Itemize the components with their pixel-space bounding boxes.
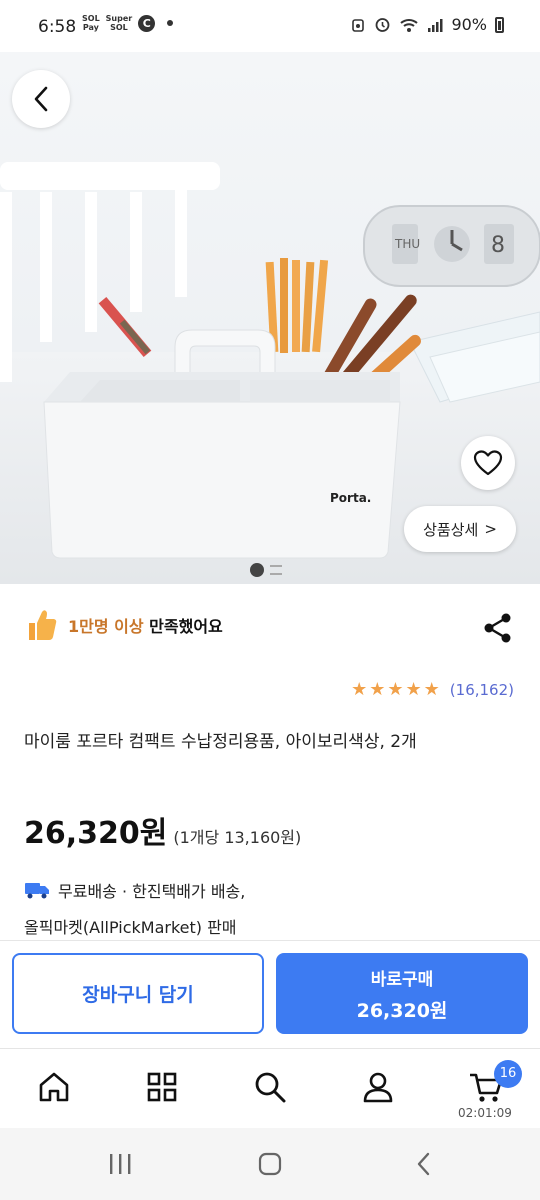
unit-price: (1개당 13,160원) [173,828,302,847]
user-icon [363,1072,393,1103]
nav-search[interactable] [250,1067,290,1107]
share-button[interactable] [480,610,516,646]
battery-icon [495,16,504,33]
home-icon [39,1072,69,1102]
alarm-icon [352,18,365,32]
heart-icon [473,450,503,476]
share-icon [484,613,511,643]
recent-apps-icon [110,1154,131,1174]
brush-illustration [98,296,152,358]
status-bar: 6:58 SOL Pay Super SOL C 90% [0,0,540,52]
wifi-icon [400,18,419,32]
divider [0,940,540,941]
nav-categories[interactable] [142,1067,182,1107]
shipping-text: 무료배송 · 한진택배가 배송, [58,882,246,901]
seller-info: 올픽마켓(AllPickMarket) 판매 [24,918,237,937]
thumbs-up-icon [29,610,57,640]
add-to-cart-button[interactable]: 장바구니 담기 [12,953,264,1034]
notification-dot-icon [167,20,174,26]
buy-now-price: 26,320원 [356,999,448,1022]
home-square-icon [258,1152,282,1176]
super-sol-icon: Super SOL [105,14,133,32]
star-icon: ★ [387,679,404,700]
rating-row[interactable]: ★ ★ ★ ★ ★ (16,162) [351,680,514,700]
search-icon [255,1072,286,1103]
cart-count-badge: 16 [494,1060,522,1088]
chevron-left-icon [34,86,48,112]
nav-my-account[interactable] [358,1067,398,1107]
satisfaction-banner: 1만명 이상 만족했어요 [26,608,223,642]
nav-home[interactable] [34,1067,74,1107]
shipping-info: 무료배송 · 한진택배가 배송, [24,878,245,902]
clock-alarm-icon [376,18,390,32]
star-icon: ★ [423,679,440,700]
chevron-right-icon: > [484,520,497,538]
product-price: 26,320원 [24,816,168,851]
signal-icon [428,18,443,32]
grid-icon [147,1072,177,1102]
delivery-truck-icon [25,883,49,899]
product-title: 마이룸 포르타 컴팩트 수납정리용품, 아이보리색상, 2개 [24,732,417,752]
back-button[interactable] [12,70,70,128]
buy-now-label: 바로구매 [370,969,434,990]
price-row: 26,320원 (1개당 13,160원) [24,808,301,852]
add-to-cart-label: 장바구니 담기 [82,984,194,1006]
status-left-icons: SOL Pay Super SOL C [82,14,174,32]
organizer-box-illustration: Porta. [43,258,421,559]
wishlist-button[interactable] [461,436,515,490]
recent-apps-button[interactable] [100,1148,140,1180]
back-chevron-icon [417,1152,430,1176]
satisfaction-text: 만족했어요 [143,617,223,636]
buy-now-button[interactable]: 바로구매 26,320원 [276,953,528,1034]
status-right-icons: 90% [350,15,504,34]
c-app-icon: C [138,14,156,32]
carousel-indicator [250,563,282,577]
clock-number-text: 8 [491,233,505,258]
carousel-dot-inactive [270,565,282,575]
rating-count[interactable]: (16,162) [450,681,514,699]
brand-label: Porta. [330,491,371,505]
star-icon: ★ [369,679,386,700]
system-navigation-bar [0,1128,540,1200]
home-system-button[interactable] [250,1148,290,1180]
product-detail-button[interactable]: 상품상세 > [404,506,516,552]
battery-percent: 90% [451,15,487,34]
star-icon: ★ [351,679,368,700]
carousel-dot-active [250,563,264,577]
product-detail-label: 상품상세 [423,520,479,539]
star-icon: ★ [405,679,422,700]
clock-day-text: THU [394,237,420,251]
back-system-button[interactable] [404,1148,444,1180]
sol-pay-icon: SOL Pay [82,14,100,32]
timer-readout: 02:01:09 [458,1106,512,1120]
status-time: 6:58 [38,17,77,37]
satisfaction-highlight: 1만명 이상 [68,617,144,636]
product-image-carousel[interactable]: THU 8 Porta. 상품상세 > [0,52,540,584]
